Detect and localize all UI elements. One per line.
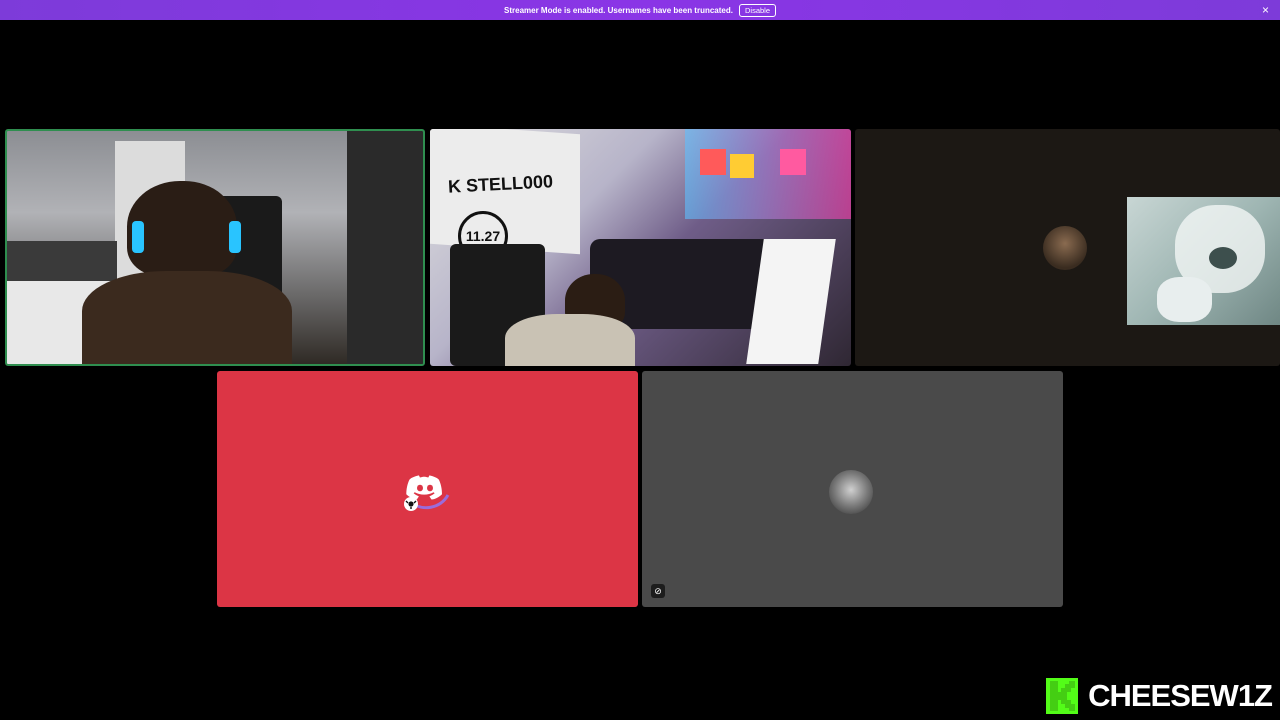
user-avatar [1043, 226, 1087, 270]
picture-in-picture-video[interactable] [1127, 197, 1280, 325]
webcam-feed [7, 131, 423, 364]
channel-watermark: CHEESEW1Z [1046, 678, 1273, 714]
streamer-mode-banner: Streamer Mode is enabled. Usernames have… [0, 0, 1280, 20]
streamer-mode-message: Streamer Mode is enabled. Usernames have… [504, 5, 733, 15]
discord-logo-icon [404, 475, 450, 511]
disable-streamer-mode-button[interactable]: Disable [738, 3, 776, 17]
camera-off-icon: ⊘ [651, 584, 665, 598]
avatar-tile-3[interactable] [855, 129, 1280, 366]
video-tile-1[interactable] [5, 129, 425, 366]
close-icon[interactable]: × [1262, 3, 1269, 17]
kick-logo-icon [1046, 678, 1079, 714]
user-avatar [829, 470, 873, 514]
avatar-tile-4[interactable] [217, 371, 638, 607]
avatar-tile-5[interactable]: ⊘ [642, 371, 1063, 607]
webcam-feed: K STELL000 11.27 [430, 129, 851, 366]
channel-name: CHEESEW1Z [1088, 678, 1273, 713]
video-tile-2[interactable]: K STELL000 11.27 [430, 129, 851, 366]
